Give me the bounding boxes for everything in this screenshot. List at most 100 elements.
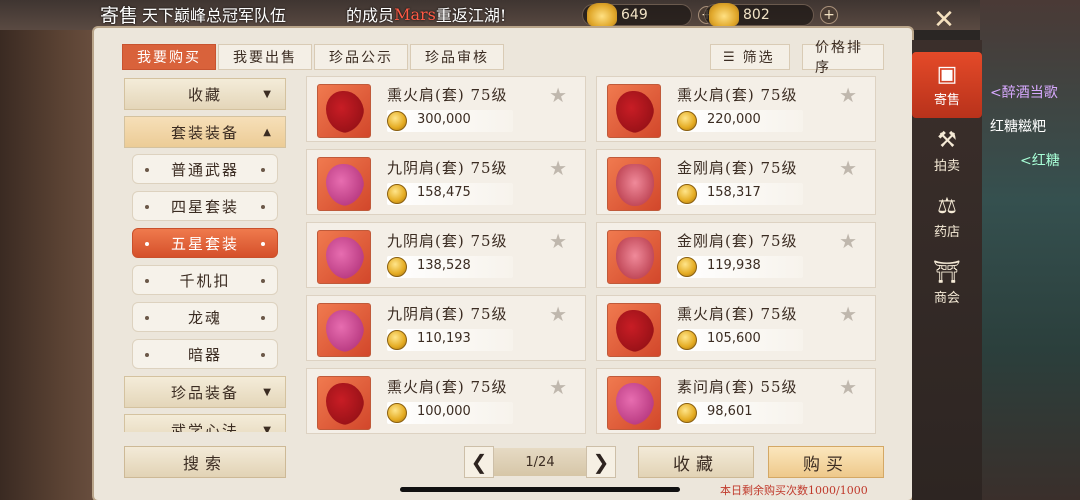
shoulder-armor-icon (317, 84, 371, 138)
item-name: 九阴肩(套) 75级 (387, 232, 508, 250)
coin-icon (677, 111, 697, 131)
announcement-marquee: 寄售 天下 巅峰总冠军队伍 的成员 Mars 重返江湖! (100, 2, 507, 27)
item-name: 熏火肩(套) 75级 (677, 86, 798, 104)
category-favorites[interactable]: 收藏 ▼ (124, 78, 286, 110)
close-button[interactable]: ✕ (928, 4, 960, 36)
page-indicator: 1/24 (494, 448, 586, 476)
category-set-equipment[interactable]: 套装装备 ▲ (124, 116, 286, 148)
tab-buy[interactable]: 我要购买 (122, 44, 216, 70)
item-price: 158,317 (707, 185, 761, 200)
category-martial-arts[interactable]: 武学心法 ▼ (124, 414, 286, 432)
price-bar: 138,528 (387, 256, 513, 278)
marquee-prefix: 寄售 (100, 4, 139, 27)
coin-icon (387, 184, 407, 204)
favorite-star-icon[interactable]: ★ (839, 302, 857, 326)
item-price: 138,528 (417, 258, 471, 273)
category-treasure-equipment[interactable]: 珍品装备 ▼ (124, 376, 286, 408)
item-card[interactable]: 九阴肩(套) 75级 158,475 ★ (306, 149, 586, 215)
coin-icon (387, 330, 407, 350)
currency-gold-value: 649 (621, 7, 648, 23)
chat-line: <红糖 (1020, 153, 1060, 169)
subcategory-label: 四星套装 (170, 197, 239, 216)
marquee-text-d: 重返江湖! (435, 6, 507, 25)
subcategory-qianjikou[interactable]: 千机扣 (132, 265, 278, 295)
close-icon: ✕ (933, 5, 955, 35)
item-price: 98,601 (707, 404, 753, 419)
guild-icon: ⛩ (933, 260, 961, 285)
side-item-label: 拍卖 (933, 159, 960, 174)
currency-gold: 649 + (582, 3, 716, 27)
favorite-button[interactable]: 收藏 (638, 446, 754, 478)
item-card[interactable]: 金刚肩(套) 75级 158,317 ★ (596, 149, 876, 215)
market-tabs: 我要购买 我要出售 珍品公示 珍品审核 (122, 44, 506, 70)
category-set-equipment-label: 套装装备 (170, 123, 239, 142)
subcategory-normal-weapon[interactable]: 普通武器 (132, 154, 278, 184)
item-price: 110,193 (417, 331, 471, 346)
silver-ingot-icon (709, 3, 739, 27)
item-name: 金刚肩(套) 75级 (677, 232, 798, 250)
side-item-label: 商会 (933, 291, 960, 306)
category-treasure-label: 珍品装备 (170, 383, 239, 402)
side-item-label: 寄售 (933, 93, 960, 108)
gavel-icon: ⚒ (937, 128, 957, 153)
filter-button[interactable]: ☰ 筛选 (710, 44, 790, 70)
favorite-star-icon[interactable]: ★ (549, 229, 567, 253)
tab-sell[interactable]: 我要出售 (218, 44, 312, 70)
price-bar: 105,600 (677, 329, 803, 351)
item-card[interactable]: 九阴肩(套) 75级 110,193 ★ (306, 295, 586, 361)
filter-icon: ☰ (723, 49, 737, 65)
item-card[interactable]: 熏火肩(套) 75级 300,000 ★ (306, 76, 586, 142)
price-bar: 98,601 (677, 402, 803, 424)
subcategory-label: 普通武器 (170, 160, 239, 179)
marquee-text-a: 天下 (142, 6, 175, 25)
item-card[interactable]: 金刚肩(套) 75级 119,938 ★ (596, 222, 876, 288)
item-card[interactable]: 素问肩(套) 55级 98,601 ★ (596, 368, 876, 434)
item-card[interactable]: 熏火肩(套) 75级 105,600 ★ (596, 295, 876, 361)
marquee-player: Mars (394, 4, 436, 24)
side-item-consign[interactable]: ▣ 寄售 (912, 52, 982, 118)
price-bar: 110,193 (387, 329, 513, 351)
coin-icon (387, 403, 407, 423)
favorite-star-icon[interactable]: ★ (549, 302, 567, 326)
tab-treasure-public[interactable]: 珍品公示 (314, 44, 408, 70)
sort-by-price-button[interactable]: 价格排序 (802, 40, 884, 76)
search-button[interactable]: 搜索 (124, 446, 286, 478)
remaining-purchases: 本日剩余购买次数1000/1000 (720, 484, 868, 497)
favorite-star-icon[interactable]: ★ (839, 83, 857, 107)
favorite-star-icon[interactable]: ★ (839, 229, 857, 253)
chevron-down-icon: ▼ (263, 424, 273, 433)
shoulder-armor-icon (607, 84, 661, 138)
side-item-pharmacy[interactable]: ⚖ 药店 (912, 184, 982, 250)
item-card[interactable]: 熏火肩(套) 75级 100,000 ★ (306, 368, 586, 434)
subcategory-hidden-weapon[interactable]: 暗器 (132, 339, 278, 369)
gold-ingot-icon (587, 3, 617, 27)
shoulder-armor-icon (317, 157, 371, 211)
item-card[interactable]: 九阴肩(套) 75级 138,528 ★ (306, 222, 586, 288)
item-price: 220,000 (707, 112, 761, 127)
item-name: 金刚肩(套) 75级 (677, 159, 798, 177)
subcategory-label: 五星套装 (170, 234, 239, 253)
prev-page-button[interactable]: ❮ (464, 446, 494, 478)
favorite-star-icon[interactable]: ★ (549, 375, 567, 399)
subcategory-five-star-set[interactable]: 五星套装 (132, 228, 278, 258)
favorite-star-icon[interactable]: ★ (839, 156, 857, 180)
shoulder-armor-icon (607, 157, 661, 211)
subcategory-dragon-soul[interactable]: 龙魂 (132, 302, 278, 332)
shoulder-armor-icon (317, 376, 371, 430)
favorite-star-icon[interactable]: ★ (549, 83, 567, 107)
item-card[interactable]: 熏火肩(套) 75级 220,000 ★ (596, 76, 876, 142)
buy-button[interactable]: 购买 (768, 446, 884, 478)
tab-treasure-review[interactable]: 珍品审核 (410, 44, 504, 70)
subcategory-label: 暗器 (187, 345, 222, 364)
next-page-button[interactable]: ❯ (586, 446, 616, 478)
side-item-auction[interactable]: ⚒ 拍卖 (912, 118, 982, 184)
subcategory-four-star-set[interactable]: 四星套装 (132, 191, 278, 221)
favorite-star-icon[interactable]: ★ (549, 156, 567, 180)
side-item-guild[interactable]: ⛩ 商会 (912, 250, 982, 316)
shoulder-armor-icon (607, 303, 661, 357)
add-silver-button[interactable]: + (820, 6, 838, 24)
favorite-star-icon[interactable]: ★ (839, 375, 857, 399)
item-price: 105,600 (707, 331, 761, 346)
home-indicator (400, 487, 680, 492)
filter-label: 筛选 (742, 50, 775, 66)
